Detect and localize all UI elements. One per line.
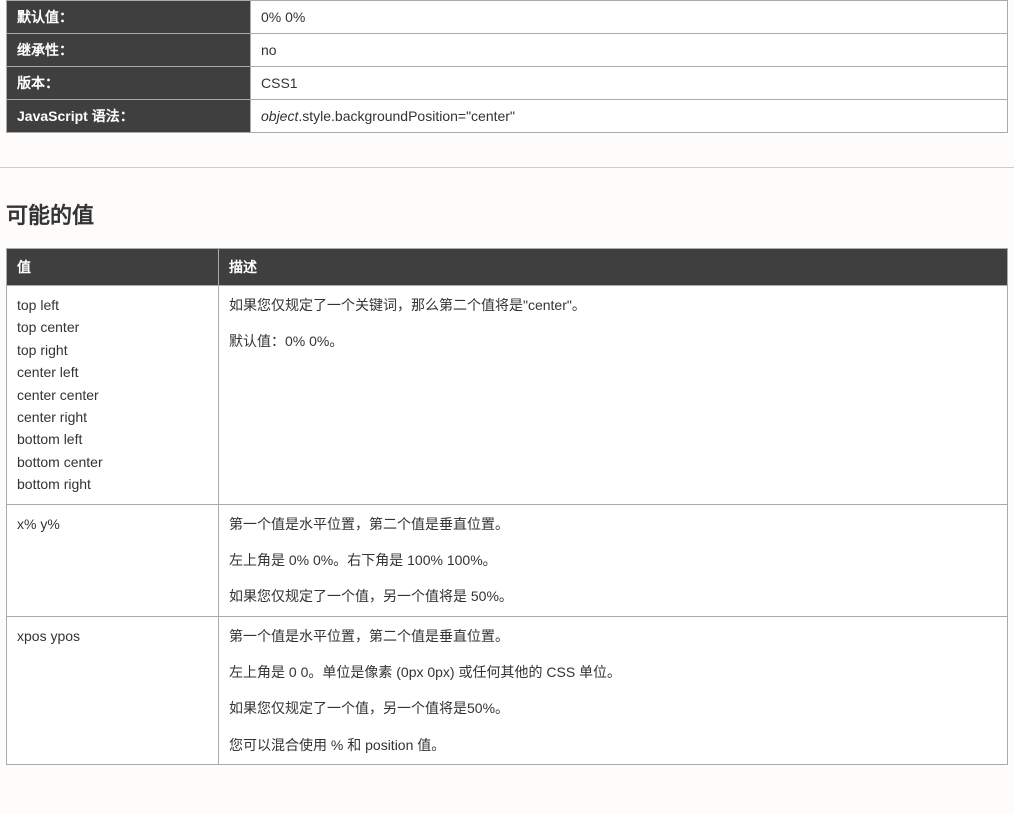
values-row: x% y% 第一个值是水平位置，第二个值是垂直位置。左上角是 0% 0%。右下角是… xyxy=(7,504,1008,616)
values-row: xpos ypos 第一个值是水平位置，第二个值是垂直位置。左上角是 0 0。单位… xyxy=(7,616,1008,765)
desc-paragraph: 默认值：0% 0%。 xyxy=(229,330,997,352)
js-object-italic: object xyxy=(261,108,298,124)
property-row: 默认值： 0% 0% xyxy=(7,1,1008,34)
value-cell: top lefttop centertop rightcenter leftce… xyxy=(7,286,219,505)
desc-paragraph: 如果您仅规定了一个值，另一个值将是50%。 xyxy=(229,697,997,719)
values-row: top lefttop centertop rightcenter leftce… xyxy=(7,286,1008,505)
property-value: 0% 0% xyxy=(251,1,1008,34)
property-row: 版本： CSS1 xyxy=(7,67,1008,100)
value-cell: x% y% xyxy=(7,504,219,616)
section-divider xyxy=(0,167,1014,168)
property-label: 继承性： xyxy=(7,34,251,67)
value-keywords: top lefttop centertop rightcenter leftce… xyxy=(17,294,208,496)
property-label: 默认值： xyxy=(7,1,251,34)
values-table: 值 描述 top lefttop centertop rightcenter l… xyxy=(6,248,1008,765)
desc-cell: 如果您仅规定了一个关键词，那么第二个值将是"center"。默认值：0% 0%。 xyxy=(219,286,1008,505)
desc-paragraph: 如果您仅规定了一个关键词，那么第二个值将是"center"。 xyxy=(229,294,997,316)
desc-paragraph: 左上角是 0% 0%。右下角是 100% 100%。 xyxy=(229,549,997,571)
property-row: 继承性： no xyxy=(7,34,1008,67)
value-keywords: x% y% xyxy=(17,513,208,535)
section-title: 可能的值 xyxy=(6,198,1014,230)
desc-cell: 第一个值是水平位置，第二个值是垂直位置。左上角是 0% 0%。右下角是 100%… xyxy=(219,504,1008,616)
values-header-desc: 描述 xyxy=(219,249,1008,286)
js-syntax-rest: .style.backgroundPosition="center" xyxy=(298,108,515,124)
property-label: 版本： xyxy=(7,67,251,100)
desc-paragraph: 您可以混合使用 % 和 position 值。 xyxy=(229,734,997,756)
value-keywords: xpos ypos xyxy=(17,625,208,647)
value-cell: xpos ypos xyxy=(7,616,219,765)
property-value: object.style.backgroundPosition="center" xyxy=(251,100,1008,133)
desc-paragraph: 第一个值是水平位置，第二个值是垂直位置。 xyxy=(229,513,997,535)
property-row: JavaScript 语法： object.style.backgroundPo… xyxy=(7,100,1008,133)
property-value: CSS1 xyxy=(251,67,1008,100)
properties-table: 默认值： 0% 0% 继承性： no 版本： CSS1 JavaScript 语… xyxy=(6,0,1008,133)
desc-cell: 第一个值是水平位置，第二个值是垂直位置。左上角是 0 0。单位是像素 (0px … xyxy=(219,616,1008,765)
desc-paragraph: 左上角是 0 0。单位是像素 (0px 0px) 或任何其他的 CSS 单位。 xyxy=(229,661,997,683)
desc-paragraph: 第一个值是水平位置，第二个值是垂直位置。 xyxy=(229,625,997,647)
desc-paragraph: 如果您仅规定了一个值，另一个值将是 50%。 xyxy=(229,585,997,607)
property-label: JavaScript 语法： xyxy=(7,100,251,133)
values-header-value: 值 xyxy=(7,249,219,286)
property-value: no xyxy=(251,34,1008,67)
